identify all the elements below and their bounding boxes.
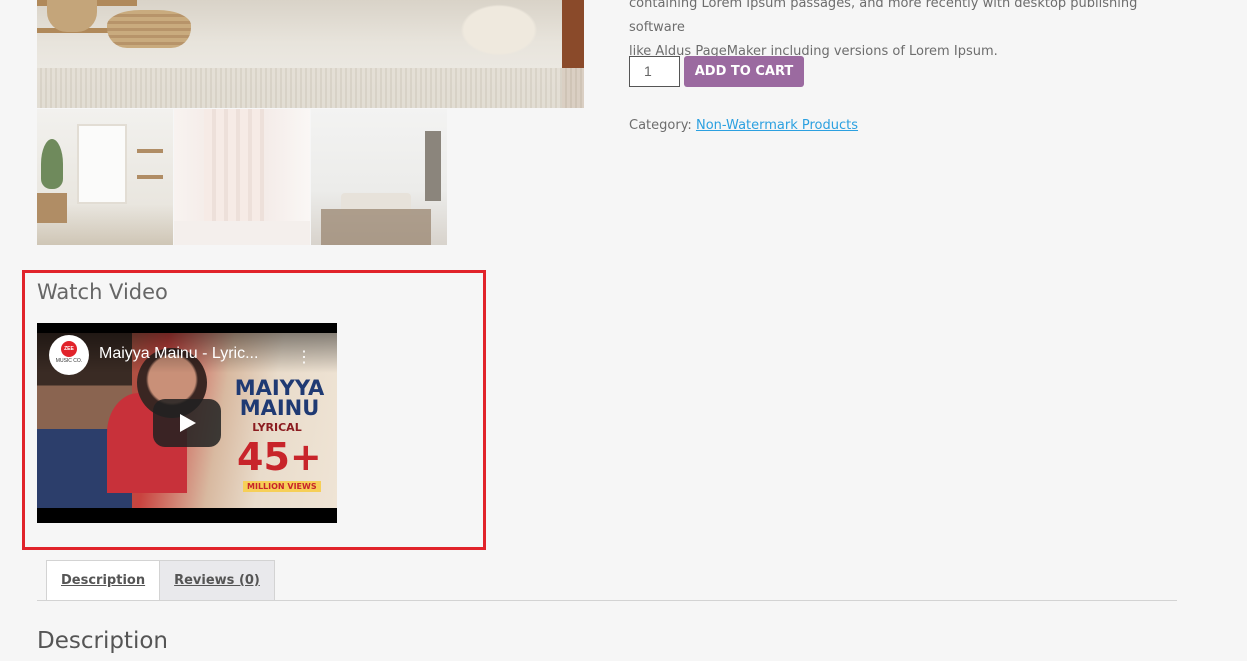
play-icon (180, 414, 196, 432)
channel-avatar[interactable]: ZEE MUSIC CO. (49, 335, 89, 375)
play-button[interactable] (153, 399, 221, 447)
product-tabs: Description Reviews (0) (46, 560, 275, 601)
rug (37, 68, 584, 108)
table (37, 193, 67, 223)
tabs-divider (37, 600, 1177, 601)
product-short-description: containing Lorem Ipsum passages, and mor… (629, 0, 1189, 64)
more-options-icon[interactable]: ⋮ (296, 347, 312, 367)
bed (174, 221, 310, 245)
window (77, 124, 127, 204)
gallery-thumbnail[interactable] (37, 109, 173, 245)
gallery-thumbnail[interactable] (311, 109, 447, 245)
channel-logo: ZEE (61, 341, 77, 357)
channel-sub: MUSIC CO. (55, 358, 83, 364)
video-title[interactable]: Maiyya Mainu - Lyric... (99, 345, 258, 363)
product-main-image[interactable] (37, 0, 584, 108)
gallery-thumbnail[interactable] (174, 109, 310, 245)
quantity-input[interactable]: 1 (629, 56, 680, 87)
category-link[interactable]: Non-Watermark Products (696, 118, 858, 133)
watch-video-heading: Watch Video (37, 280, 168, 304)
rug (321, 209, 431, 245)
description-line: containing Lorem Ipsum passages, and mor… (629, 0, 1138, 35)
plant (41, 139, 63, 189)
description-heading: Description (37, 628, 168, 654)
basket (107, 10, 191, 48)
gallery-thumbnails (37, 109, 447, 245)
video-bottombar (37, 508, 337, 523)
poster-views-label: MILLION VIEWS (243, 481, 321, 492)
tab-reviews[interactable]: Reviews (0) (160, 560, 275, 601)
product-category: Category: Non-Watermark Products (629, 118, 858, 133)
poster-views: 45+ (237, 435, 322, 479)
poster-subtitle: LYRICAL (252, 421, 302, 434)
chair (454, 0, 544, 60)
poster-title: MAIYYA MAINU (234, 376, 325, 420)
door (425, 131, 441, 201)
shelf (137, 149, 163, 209)
youtube-video-embed[interactable]: MAIYYA MAINU LYRICAL 45+ MILLION VIEWS Z… (37, 323, 337, 523)
tab-description[interactable]: Description (46, 560, 161, 601)
add-to-cart-button[interactable]: ADD TO CART (684, 56, 804, 87)
basket (47, 0, 97, 32)
category-label: Category: (629, 118, 692, 133)
